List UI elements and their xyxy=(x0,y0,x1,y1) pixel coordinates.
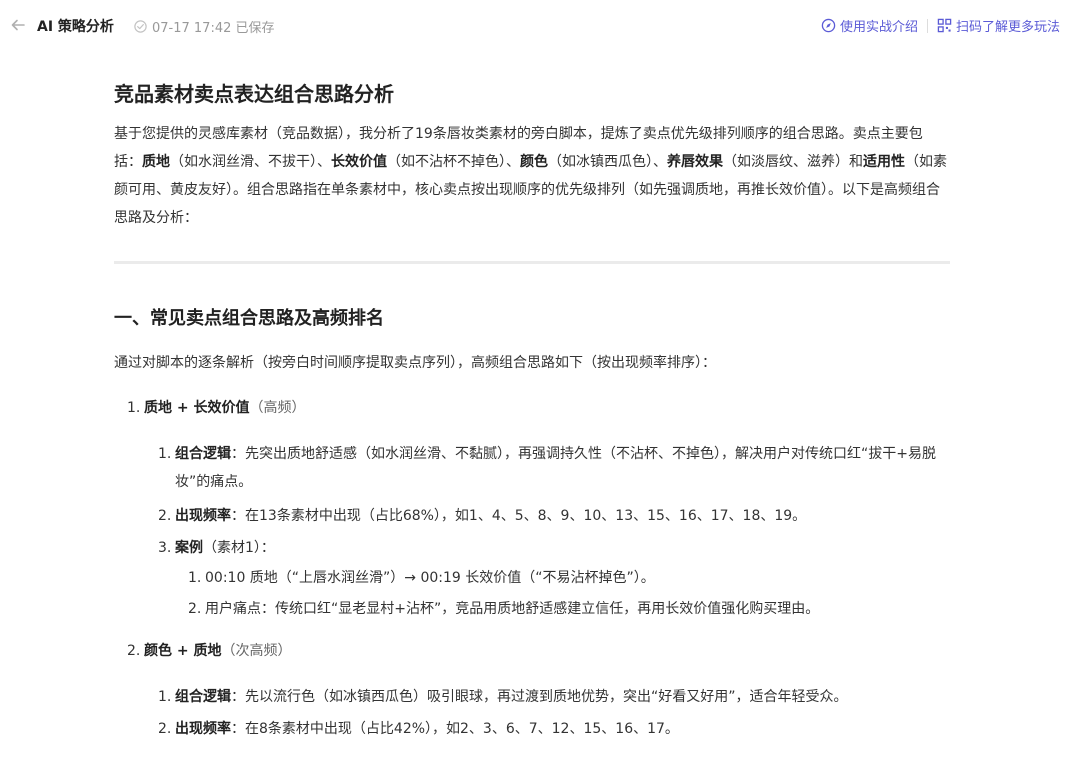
list-number: 1. xyxy=(188,570,202,586)
logic-label: 组合逻辑 xyxy=(175,689,231,705)
qr-link-label: 扫码了解更多玩法 xyxy=(955,20,1060,35)
combo-item: 2. 颜色 + 质地（次高频） xyxy=(114,639,950,663)
logic-label: 组合逻辑 xyxy=(175,446,231,462)
combo-tag: （高频） xyxy=(249,400,306,416)
keyword-longevity: 长效价值 xyxy=(331,154,387,170)
frequency-label: 出现频率 xyxy=(175,721,231,737)
case-detail-text: 用户痛点：传统口红“显老显村+沾杯”，竞品用质地舒适感建立信任，再用长效价值强化… xyxy=(205,601,820,617)
combo-frequency: 2. 出现频率：在13条素材中出现（占比68%），如1、4、5、8、9、10、1… xyxy=(114,502,950,530)
guide-link-label: 使用实战介绍 xyxy=(839,20,918,35)
compass-icon xyxy=(821,18,836,33)
qr-link[interactable]: 扫码了解更多玩法 xyxy=(937,16,1060,35)
list-number: 2. xyxy=(158,721,172,737)
document-body: 竞品素材卖点表达组合思路分析 基于您提供的灵感库素材（竞品数据），我分析了19条… xyxy=(114,78,950,743)
keyword-applicability: 适用性 xyxy=(863,154,905,170)
combo-item: 1. 质地 + 长效价值（高频） xyxy=(114,396,950,420)
combo-logic: 1. 组合逻辑：先突出质地舒适感（如水润丝滑、不黏腻），再强调持久性（不沾杯、不… xyxy=(114,440,950,496)
top-bar: AI 策略分析 07-17 17:42 已保存 使用实战介绍 扫码了解更多玩法 xyxy=(0,0,1073,52)
keyword-color: 颜色 xyxy=(520,154,548,170)
combo-logic: 1. 组合逻辑：先以流行色（如冰镇西瓜色）吸引眼球，再过渡到质地优势，突出“好看… xyxy=(114,683,950,711)
guide-link[interactable]: 使用实战介绍 xyxy=(821,16,918,35)
list-number: 1. xyxy=(158,689,172,705)
section-divider xyxy=(114,261,950,264)
saved-text: 07-17 17:42 已保存 xyxy=(152,21,275,36)
summary-text: （如水润丝滑、不拔干）、 xyxy=(170,154,331,170)
summary-text: （如冰镇西瓜色）、 xyxy=(548,154,667,170)
doc-title: 竞品素材卖点表达组合思路分析 xyxy=(114,82,394,106)
qr-code-icon xyxy=(937,18,952,33)
case-detail-text: 00:10 质地（“上唇水润丝滑”）→ 00:19 长效价值（“不易沾杯掉色”）… xyxy=(205,570,655,586)
combo-frequency: 2. 出现频率：在8条素材中出现（占比42%），如2、3、6、7、12、15、1… xyxy=(114,715,950,743)
frequency-text: ：在13条素材中出现（占比68%），如1、4、5、8、9、10、13、15、16… xyxy=(231,508,807,524)
summary-text: （如淡唇纹、滋养）和 xyxy=(723,154,863,170)
frequency-label: 出现频率 xyxy=(175,508,231,524)
list-number: 2. xyxy=(188,601,202,617)
case-detail: 1. 00:10 质地（“上唇水润丝滑”）→ 00:19 长效价值（“不易沾杯掉… xyxy=(114,564,950,592)
case-label: 案例 xyxy=(175,540,203,556)
combo-tag: （次高频） xyxy=(221,643,292,659)
list-number: 2. xyxy=(127,643,141,659)
saved-check-icon xyxy=(134,20,147,33)
save-status: 07-17 17:42 已保存 xyxy=(133,17,275,36)
combo-case: 3. 案例（素材1）： xyxy=(114,534,950,562)
case-tag: （素材1）： xyxy=(203,540,275,556)
combo-title: 颜色 + 质地 xyxy=(144,643,222,659)
summary-text: （如不沾杯不掉色）、 xyxy=(387,154,520,170)
frequency-text: ：在8条素材中出现（占比42%），如2、3、6、7、12、15、16、17。 xyxy=(231,721,679,737)
case-detail: 2. 用户痛点：传统口红“显老显村+沾杯”，竞品用质地舒适感建立信任，再用长效价… xyxy=(114,595,950,623)
section-heading: 一、常见卖点组合思路及高频排名 xyxy=(114,308,384,329)
combo-title: 质地 + 长效价值 xyxy=(144,400,250,416)
summary-paragraph: 基于您提供的灵感库素材（竞品数据），我分析了19条唇妆类素材的旁白脚本，提炼了卖… xyxy=(114,120,950,232)
list-number: 2. xyxy=(158,508,172,524)
keyword-texture: 质地 xyxy=(142,154,170,170)
back-arrow-icon[interactable] xyxy=(10,17,26,33)
link-separator xyxy=(926,18,928,33)
logic-text: ：先突出质地舒适感（如水润丝滑、不黏腻），再强调持久性（不沾杯、不掉色），解决用… xyxy=(175,446,936,490)
section-intro: 通过对脚本的逐条解析（按旁白时间顺序提取卖点序列），高频组合思路如下（按出现频率… xyxy=(114,355,716,371)
keyword-lip-care: 养唇效果 xyxy=(667,154,723,170)
logic-text: ：先以流行色（如冰镇西瓜色）吸引眼球，再过渡到质地优势，突出“好看又好用”，适合… xyxy=(231,689,848,705)
list-number: 1. xyxy=(158,446,172,462)
list-number: 1. xyxy=(127,400,141,416)
page-title: AI 策略分析 xyxy=(37,19,114,35)
list-number: 3. xyxy=(158,540,172,556)
top-links: 使用实战介绍 扫码了解更多玩法 xyxy=(821,16,1060,35)
